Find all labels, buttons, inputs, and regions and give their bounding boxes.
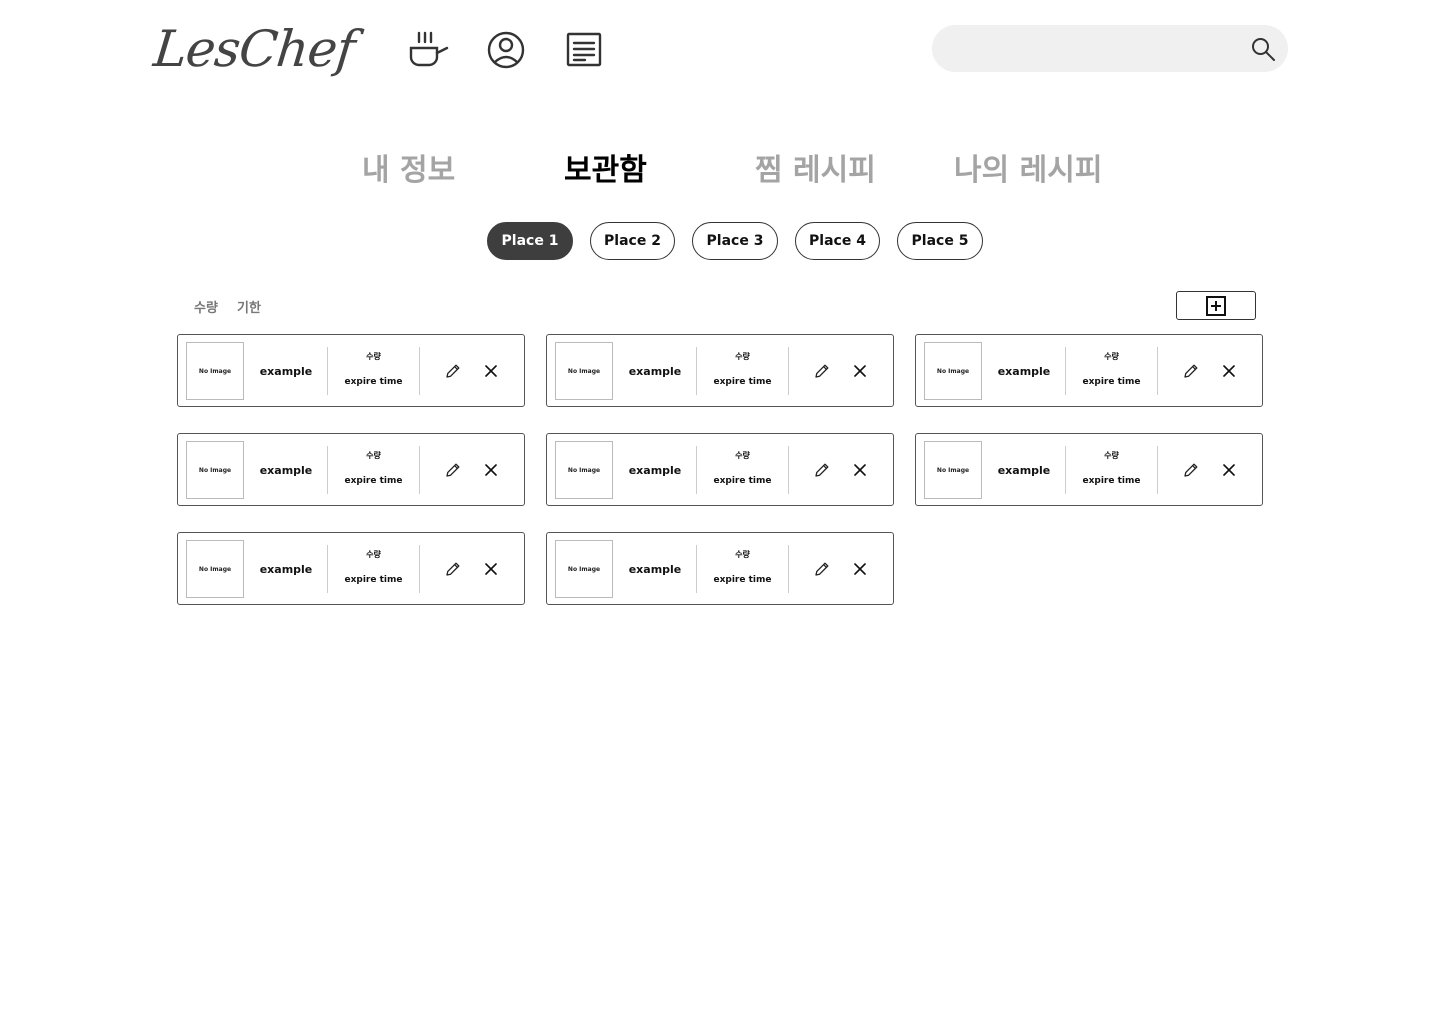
storage-item-card: No Image example 수량 expire time [546,433,894,506]
item-quantity: 수량 [735,451,750,460]
cooking-pot-icon[interactable] [406,28,450,72]
item-name: example [997,365,1051,378]
item-name: example [628,464,682,477]
add-item-button[interactable] [1176,291,1256,320]
place-tab-5[interactable]: Place 5 [897,222,983,260]
tab-my-recipes[interactable]: 나의 레시피 [954,145,1102,189]
search-input[interactable] [952,25,1242,72]
pencil-icon[interactable] [1183,363,1199,379]
item-name: example [259,563,313,576]
item-name: example [628,563,682,576]
document-icon[interactable] [562,28,606,72]
search-bar [932,25,1288,72]
storage-item-card: No Image example 수량 expire time [915,433,1263,506]
close-icon[interactable] [854,365,866,377]
item-image-placeholder: No Image [555,540,613,598]
item-image-placeholder: No Image [924,342,982,400]
search-icon[interactable] [1250,36,1276,62]
storage-item-card: No Image example 수량 expire time [546,334,894,407]
item-name: example [628,365,682,378]
close-icon[interactable] [485,464,497,476]
plus-square-icon [1206,295,1226,316]
item-expire-time: expire time [344,575,403,585]
close-icon[interactable] [485,365,497,377]
divider [1157,347,1158,395]
divider [419,446,420,494]
item-image-placeholder: No Image [555,342,613,400]
item-quantity: 수량 [735,550,750,559]
logo[interactable]: LesChef [151,20,357,78]
close-icon[interactable] [485,563,497,575]
storage-item-card: No Image example 수량 expire time [546,532,894,605]
item-expire-time: expire time [713,377,772,387]
item-quantity: 수량 [1104,451,1119,460]
tab-my-info[interactable]: 내 정보 [362,145,455,189]
item-image-placeholder: No Image [186,342,244,400]
storage-item-card: No Image example 수량 expire time [177,334,525,407]
item-quantity: 수량 [366,352,381,361]
pencil-icon[interactable] [445,462,461,478]
sort-by-expiry[interactable]: 기한 [237,297,261,316]
divider [788,347,789,395]
divider [788,545,789,593]
item-quantity: 수량 [735,352,750,361]
pencil-icon[interactable] [445,363,461,379]
item-name: example [259,464,313,477]
tab-storage[interactable]: 보관함 [564,145,647,189]
close-icon[interactable] [854,563,866,575]
divider [788,446,789,494]
close-icon[interactable] [854,464,866,476]
divider [1157,446,1158,494]
pencil-icon[interactable] [445,561,461,577]
user-circle-icon[interactable] [484,28,528,72]
item-image-placeholder: No Image [924,441,982,499]
sort-by-quantity[interactable]: 수량 [194,297,218,316]
pencil-icon[interactable] [814,363,830,379]
divider [419,347,420,395]
item-image-placeholder: No Image [186,540,244,598]
item-expire-time: expire time [713,575,772,585]
item-quantity: 수량 [366,550,381,559]
storage-item-card: No Image example 수량 expire time [177,532,525,605]
item-image-placeholder: No Image [186,441,244,499]
tab-saved-recipes[interactable]: 찜 레시피 [755,145,876,189]
item-expire-time: expire time [1082,476,1141,486]
item-image-placeholder: No Image [555,441,613,499]
item-name: example [997,464,1051,477]
divider [419,545,420,593]
item-expire-time: expire time [713,476,772,486]
item-expire-time: expire time [344,476,403,486]
storage-item-card: No Image example 수량 expire time [177,433,525,506]
pencil-icon[interactable] [814,462,830,478]
pencil-icon[interactable] [814,561,830,577]
item-expire-time: expire time [1082,377,1141,387]
close-icon[interactable] [1223,464,1235,476]
item-expire-time: expire time [344,377,403,387]
place-tab-2[interactable]: Place 2 [590,222,675,260]
place-tab-3[interactable]: Place 3 [692,222,778,260]
place-tab-1[interactable]: Place 1 [487,222,573,260]
pencil-icon[interactable] [1183,462,1199,478]
storage-item-card: No Image example 수량 expire time [915,334,1263,407]
item-quantity: 수량 [366,451,381,460]
item-name: example [259,365,313,378]
close-icon[interactable] [1223,365,1235,377]
place-tab-4[interactable]: Place 4 [795,222,880,260]
item-quantity: 수량 [1104,352,1119,361]
